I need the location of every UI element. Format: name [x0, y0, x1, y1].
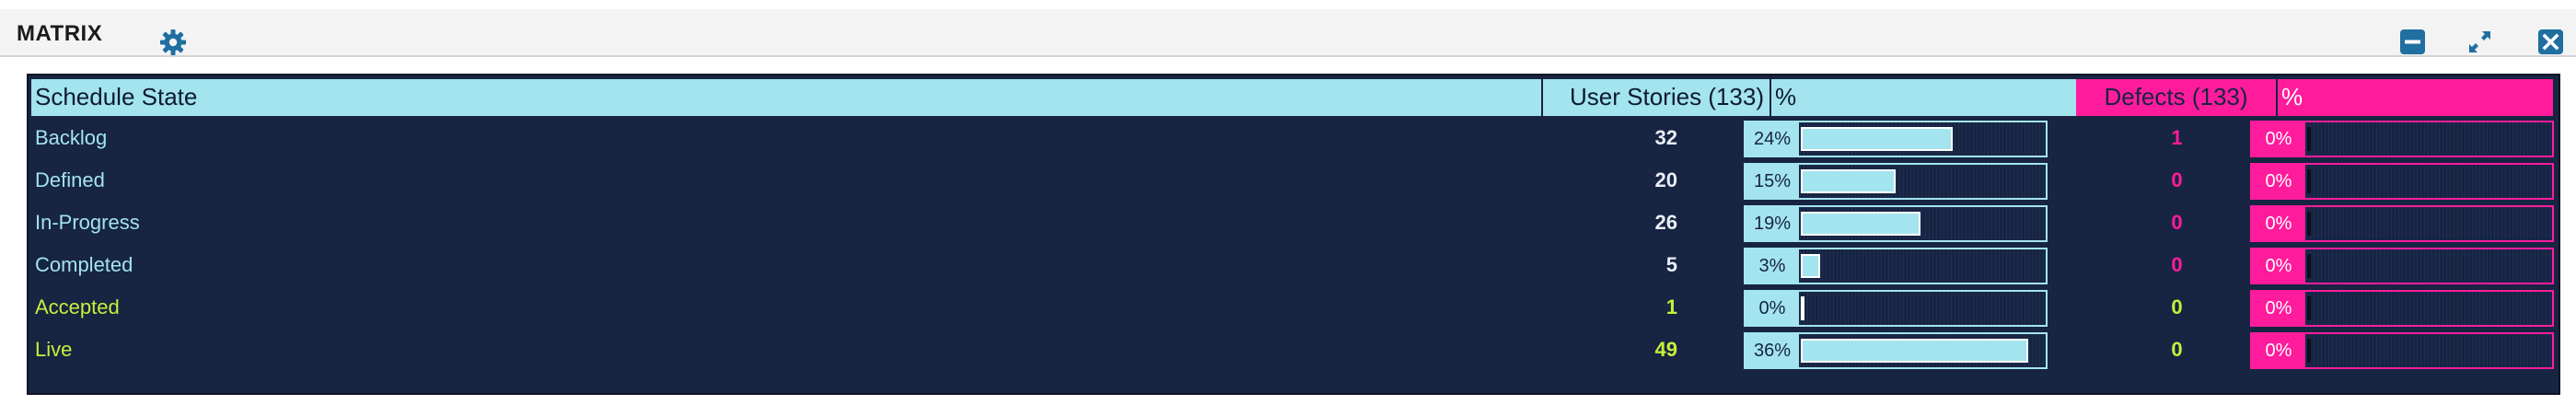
stories-percent-fill: [1801, 296, 1804, 320]
stories-percent-value: 3%: [1746, 249, 1799, 283]
defects-percent-bar: 0%: [2250, 205, 2554, 242]
matrix-row: Live 49 36% 0 0%: [29, 330, 2559, 372]
defects-percent-fill: [2307, 212, 2311, 236]
defects-percent-bar: 0%: [2250, 121, 2554, 157]
stories-percent-fill: [1801, 169, 1896, 193]
stories-percent-bar: 24%: [1744, 121, 2048, 157]
matrix-row: In-Progress 26 19% 0 0%: [29, 202, 2559, 245]
defects-percent-value: 0%: [2252, 122, 2305, 156]
column-header-defects[interactable]: Defects (133): [2076, 79, 2278, 116]
column-header-defects-percent: %: [2278, 79, 2553, 116]
matrix-row: Accepted 1 0% 0 0%: [29, 287, 2559, 330]
stories-percent-fill: [1801, 254, 1820, 278]
defects-count[interactable]: 0: [2076, 168, 2278, 192]
stories-percent-fill: [1801, 127, 1953, 151]
matrix-row: Backlog 32 24% 1 0%: [29, 118, 2559, 160]
defects-percent-value: 0%: [2252, 207, 2305, 240]
user-stories-count[interactable]: 32: [1543, 126, 1677, 150]
schedule-state-label[interactable]: Accepted: [35, 295, 120, 319]
schedule-state-label[interactable]: In-Progress: [35, 211, 140, 235]
stories-percent-bar: 19%: [1744, 205, 2048, 242]
schedule-state-label[interactable]: Defined: [35, 168, 105, 192]
stories-percent-value: 24%: [1746, 122, 1799, 156]
defects-percent-value: 0%: [2252, 334, 2305, 367]
defects-count[interactable]: 0: [2076, 253, 2278, 277]
panel-title: MATRIX: [17, 21, 103, 46]
defects-count[interactable]: 0: [2076, 211, 2278, 235]
defects-percent-bar: 0%: [2250, 332, 2554, 369]
user-stories-count[interactable]: 26: [1543, 211, 1677, 235]
matrix-row: Defined 20 15% 0 0%: [29, 160, 2559, 202]
close-icon[interactable]: [2538, 29, 2563, 54]
panel-header: MATRIX: [0, 9, 2576, 57]
stories-percent-bar: 36%: [1744, 332, 2048, 369]
stories-percent-bar: 3%: [1744, 248, 2048, 284]
defects-percent-value: 0%: [2252, 165, 2305, 198]
stories-percent-fill: [1801, 212, 1920, 236]
schedule-state-matrix: Schedule State User Stories (133) % Defe…: [27, 74, 2560, 395]
user-stories-count[interactable]: 1: [1543, 295, 1677, 319]
user-stories-count[interactable]: 49: [1543, 338, 1677, 362]
defects-count[interactable]: 0: [2076, 295, 2278, 319]
expand-icon[interactable]: [2467, 29, 2492, 54]
schedule-state-label[interactable]: Backlog: [35, 126, 107, 150]
stories-percent-bar: 0%: [1744, 290, 2048, 327]
column-header-stories-percent: %: [1771, 79, 2076, 116]
stories-percent-value: 19%: [1746, 207, 1799, 240]
user-stories-count[interactable]: 20: [1543, 168, 1677, 192]
column-header-schedule-state[interactable]: Schedule State: [31, 79, 1543, 116]
gear-icon[interactable]: [158, 28, 188, 57]
stories-percent-value: 0%: [1746, 292, 1799, 325]
defects-count[interactable]: 0: [2076, 338, 2278, 362]
defects-percent-bar: 0%: [2250, 290, 2554, 327]
matrix-panel: MATRIX Schedule State User Stories (133)…: [0, 0, 2576, 405]
stories-percent-bar: 15%: [1744, 163, 2048, 200]
defects-percent-value: 0%: [2252, 249, 2305, 283]
defects-count[interactable]: 1: [2076, 126, 2278, 150]
matrix-row: Completed 5 3% 0 0%: [29, 245, 2559, 287]
defects-percent-bar: 0%: [2250, 163, 2554, 200]
user-stories-count[interactable]: 5: [1543, 253, 1677, 277]
defects-percent-fill: [2307, 339, 2311, 363]
minimize-icon[interactable]: [2400, 29, 2425, 54]
stories-percent-value: 36%: [1746, 334, 1799, 367]
schedule-state-label[interactable]: Live: [35, 338, 72, 362]
defects-percent-fill: [2307, 296, 2311, 320]
schedule-state-label[interactable]: Completed: [35, 253, 133, 277]
stories-percent-fill: [1801, 339, 2028, 363]
defects-percent-fill: [2307, 254, 2311, 278]
column-header-user-stories[interactable]: User Stories (133): [1543, 79, 1771, 116]
defects-percent-fill: [2307, 169, 2311, 193]
stories-percent-value: 15%: [1746, 165, 1799, 198]
defects-percent-value: 0%: [2252, 292, 2305, 325]
defects-percent-bar: 0%: [2250, 248, 2554, 284]
defects-percent-fill: [2307, 127, 2311, 151]
